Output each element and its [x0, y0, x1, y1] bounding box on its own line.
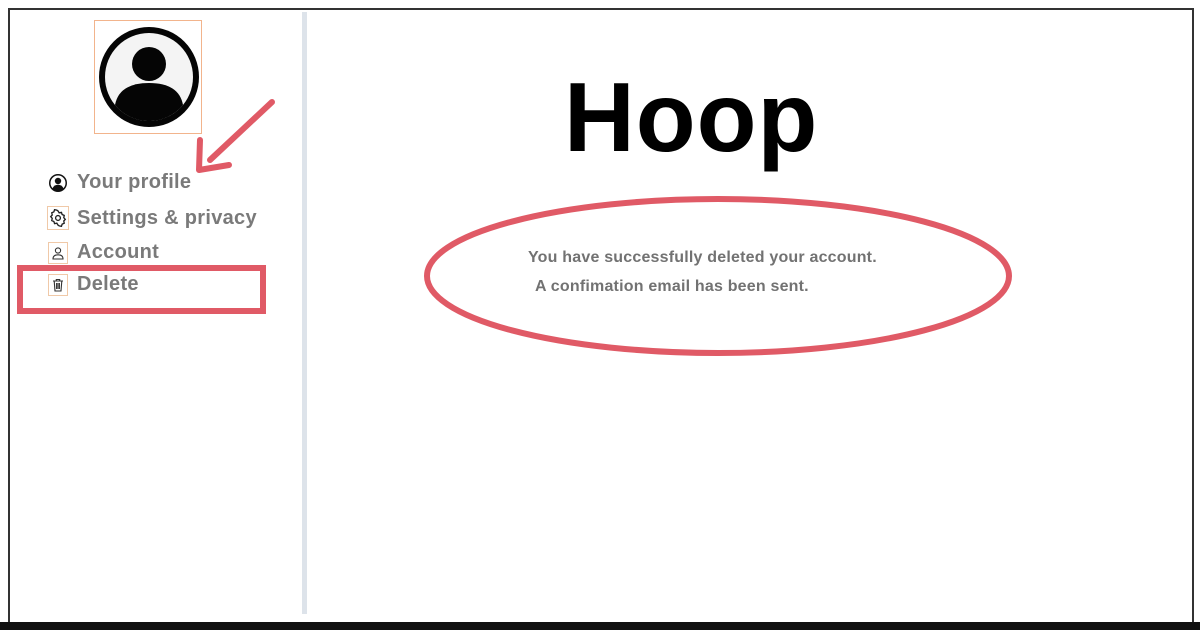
bottom-bar — [0, 622, 1200, 630]
brand-title: Hoop — [564, 62, 819, 172]
sidebar-item-label: Your profile — [77, 171, 192, 193]
gear-icon — [47, 206, 69, 230]
trash-icon — [48, 273, 68, 296]
confirmation-message: A confimation email has been sent. — [535, 278, 809, 295]
sidebar-item-account[interactable]: Account — [48, 241, 159, 264]
avatar-user-icon — [99, 27, 199, 127]
sidebar-item-delete[interactable]: Delete — [48, 273, 139, 296]
sidebar-divider — [302, 12, 307, 614]
sidebar-item-your-profile[interactable]: Your profile — [48, 171, 191, 194]
sidebar-item-settings-privacy[interactable]: Settings & privacy — [47, 206, 257, 230]
sidebar-item-label: Delete — [77, 273, 139, 295]
person-outline-icon — [48, 241, 68, 264]
avatar[interactable] — [94, 20, 202, 134]
user-circle-icon — [48, 172, 68, 194]
sidebar-item-label: Account — [77, 241, 160, 263]
sidebar-item-label: Settings & privacy — [77, 206, 257, 229]
success-message: You have successfully deleted your accou… — [528, 249, 877, 266]
